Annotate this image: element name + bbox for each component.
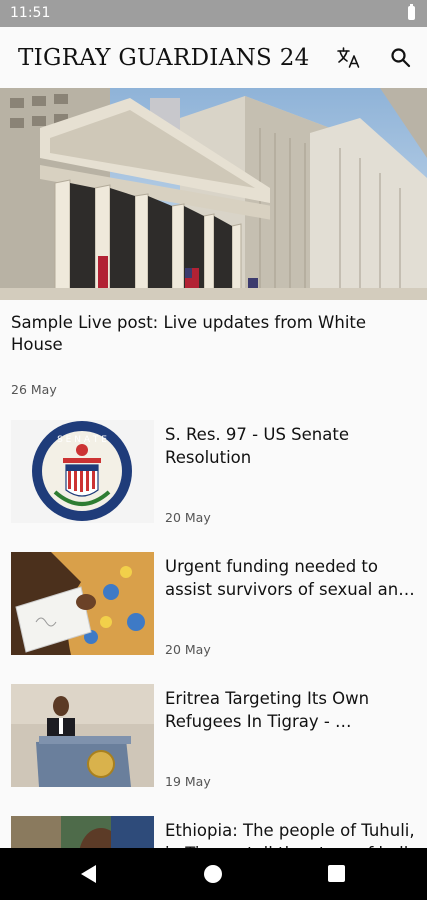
status-bar: 11:51 (0, 0, 427, 27)
translate-button[interactable] (334, 43, 364, 73)
translate-icon (337, 47, 360, 68)
article-item[interactable]: Urgent funding needed to assist survivor… (0, 552, 427, 662)
search-button[interactable] (386, 43, 416, 73)
article-thumbnail (11, 552, 154, 655)
article-title[interactable]: Eritrea Targeting Its Own Refugees In Ti… (165, 687, 420, 733)
article-thumbnail (11, 684, 154, 787)
home-button[interactable] (204, 865, 222, 883)
article-title[interactable]: S. Res. 97 - US Senate Resolution (165, 423, 420, 469)
system-nav-bar (0, 848, 427, 900)
article-title[interactable]: Urgent funding needed to assist survivor… (165, 555, 420, 601)
article-thumbnail: S E N A T E (11, 420, 154, 523)
article-title[interactable]: Ethiopia: The people of Tuhuli, in Tigra… (165, 819, 420, 848)
article-date: 20 May (165, 642, 211, 657)
article-item[interactable]: Ethiopia: The people of Tuhuli, in Tigra… (0, 816, 427, 848)
svg-text:S E N A T E: S E N A T E (57, 435, 107, 445)
back-icon (81, 865, 96, 883)
search-icon (391, 48, 411, 68)
recents-button[interactable] (328, 865, 345, 882)
featured-image[interactable] (0, 88, 427, 300)
article-date: 19 May (165, 774, 211, 789)
featured-title[interactable]: Sample Live post: Live updates from Whit… (11, 312, 416, 356)
app-title: TIGRAY GUARDIANS 24 (18, 45, 310, 71)
article-thumbnail (11, 816, 154, 848)
back-button[interactable] (80, 864, 98, 888)
article-feed[interactable]: Sample Live post: Live updates from Whit… (0, 88, 427, 848)
battery-icon (408, 4, 415, 20)
status-time: 11:51 (10, 5, 51, 21)
app-bar: TIGRAY GUARDIANS 24 (0, 27, 427, 88)
article-item[interactable]: S E N A T E S. Res. 97 - US Senate Resol… (0, 420, 427, 530)
article-item[interactable]: Eritrea Targeting Its Own Refugees In Ti… (0, 684, 427, 794)
featured-date: 26 May (11, 382, 57, 397)
article-date: 20 May (165, 510, 211, 525)
